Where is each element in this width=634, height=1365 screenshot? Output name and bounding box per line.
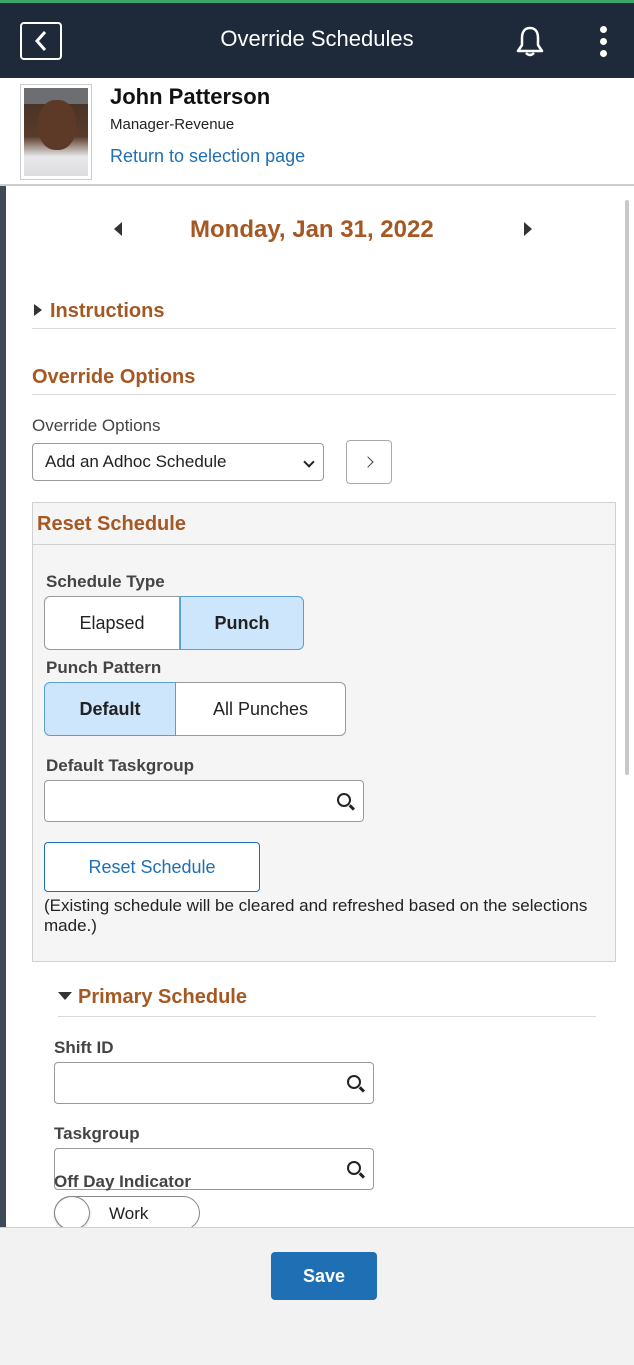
instructions-toggle[interactable]: Instructions [34, 300, 164, 323]
punch-pattern-segmented-control: Default All Punches [44, 682, 346, 736]
divider [32, 328, 616, 329]
instructions-label: Instructions [50, 300, 165, 322]
employee-banner: John Patterson Manager-Revenue Return to… [0, 78, 634, 186]
off-day-toggle-text: Work [109, 1204, 149, 1223]
employee-role: Manager-Revenue [110, 116, 235, 133]
reset-schedule-note: (Existing schedule will be cleared and r… [44, 896, 588, 935]
save-button[interactable]: Save [271, 1252, 377, 1300]
search-icon[interactable] [347, 1075, 361, 1089]
override-options-go-button[interactable] [346, 440, 392, 484]
default-taskgroup-field[interactable] [44, 780, 364, 822]
kebab-dot [599, 25, 607, 33]
bell-icon [516, 26, 544, 57]
override-options-section-title: Override Options [32, 366, 196, 388]
punch-pattern-label: Punch Pattern [46, 658, 162, 677]
triangle-down-icon [58, 991, 72, 1000]
punch-pattern-all-punches[interactable]: All Punches [176, 682, 346, 736]
override-options-select[interactable]: Add an Adhoc Schedule [32, 443, 324, 481]
employee-name: John Patterson [110, 84, 271, 109]
vertical-scrollbar[interactable] [625, 200, 629, 775]
primary-schedule-toggle[interactable]: Primary Schedule [58, 986, 247, 1009]
footer-bar: Save [0, 1227, 634, 1365]
kebab-dot [599, 49, 607, 57]
shift-id-label: Shift ID [54, 1038, 114, 1057]
schedule-type-punch[interactable]: Punch [180, 596, 304, 650]
notifications-button[interactable] [512, 22, 548, 60]
taskgroup-label: Taskgroup [54, 1124, 140, 1143]
default-taskgroup-label: Default Taskgroup [46, 756, 194, 775]
off-day-indicator-label: Off Day Indicator [54, 1172, 191, 1191]
top-header-bar: Override Schedules [0, 0, 634, 78]
override-options-label: Override Options [32, 416, 161, 435]
shift-id-field[interactable] [54, 1062, 374, 1104]
search-icon[interactable] [347, 1161, 361, 1175]
triangle-right-icon[interactable] [524, 222, 532, 236]
header-accent-line [0, 0, 634, 3]
avatar [20, 84, 92, 180]
reset-schedule-title: Reset Schedule [37, 513, 186, 535]
reset-schedule-header: Reset Schedule [33, 503, 615, 545]
chevron-right-icon [362, 456, 374, 468]
avatar-photo [24, 88, 88, 176]
chevron-down-icon [303, 456, 315, 468]
divider [32, 394, 616, 395]
return-to-selection-link[interactable]: Return to selection page [110, 146, 305, 167]
date-navigation: Monday, Jan 31, 2022 [0, 214, 634, 254]
punch-pattern-default[interactable]: Default [44, 682, 176, 736]
divider [58, 1016, 596, 1017]
off-day-toggle[interactable]: Work [54, 1196, 200, 1230]
current-date: Monday, Jan 31, 2022 [190, 216, 434, 243]
primary-schedule-title: Primary Schedule [78, 986, 247, 1008]
toggle-knob[interactable] [54, 1196, 90, 1230]
main-content[interactable]: Monday, Jan 31, 2022 Instructions Overri… [0, 188, 634, 1228]
schedule-type-elapsed[interactable]: Elapsed [44, 596, 180, 650]
schedule-type-label: Schedule Type [46, 572, 165, 591]
actions-menu-button[interactable] [586, 20, 620, 62]
schedule-type-segmented-control: Elapsed Punch [44, 596, 304, 650]
reset-schedule-button[interactable]: Reset Schedule [44, 842, 260, 892]
triangle-right-icon [34, 303, 42, 316]
kebab-dot [599, 37, 607, 45]
triangle-left-icon[interactable] [114, 222, 122, 236]
override-options-selected-value: Add an Adhoc Schedule [45, 452, 227, 471]
search-icon[interactable] [337, 793, 351, 807]
